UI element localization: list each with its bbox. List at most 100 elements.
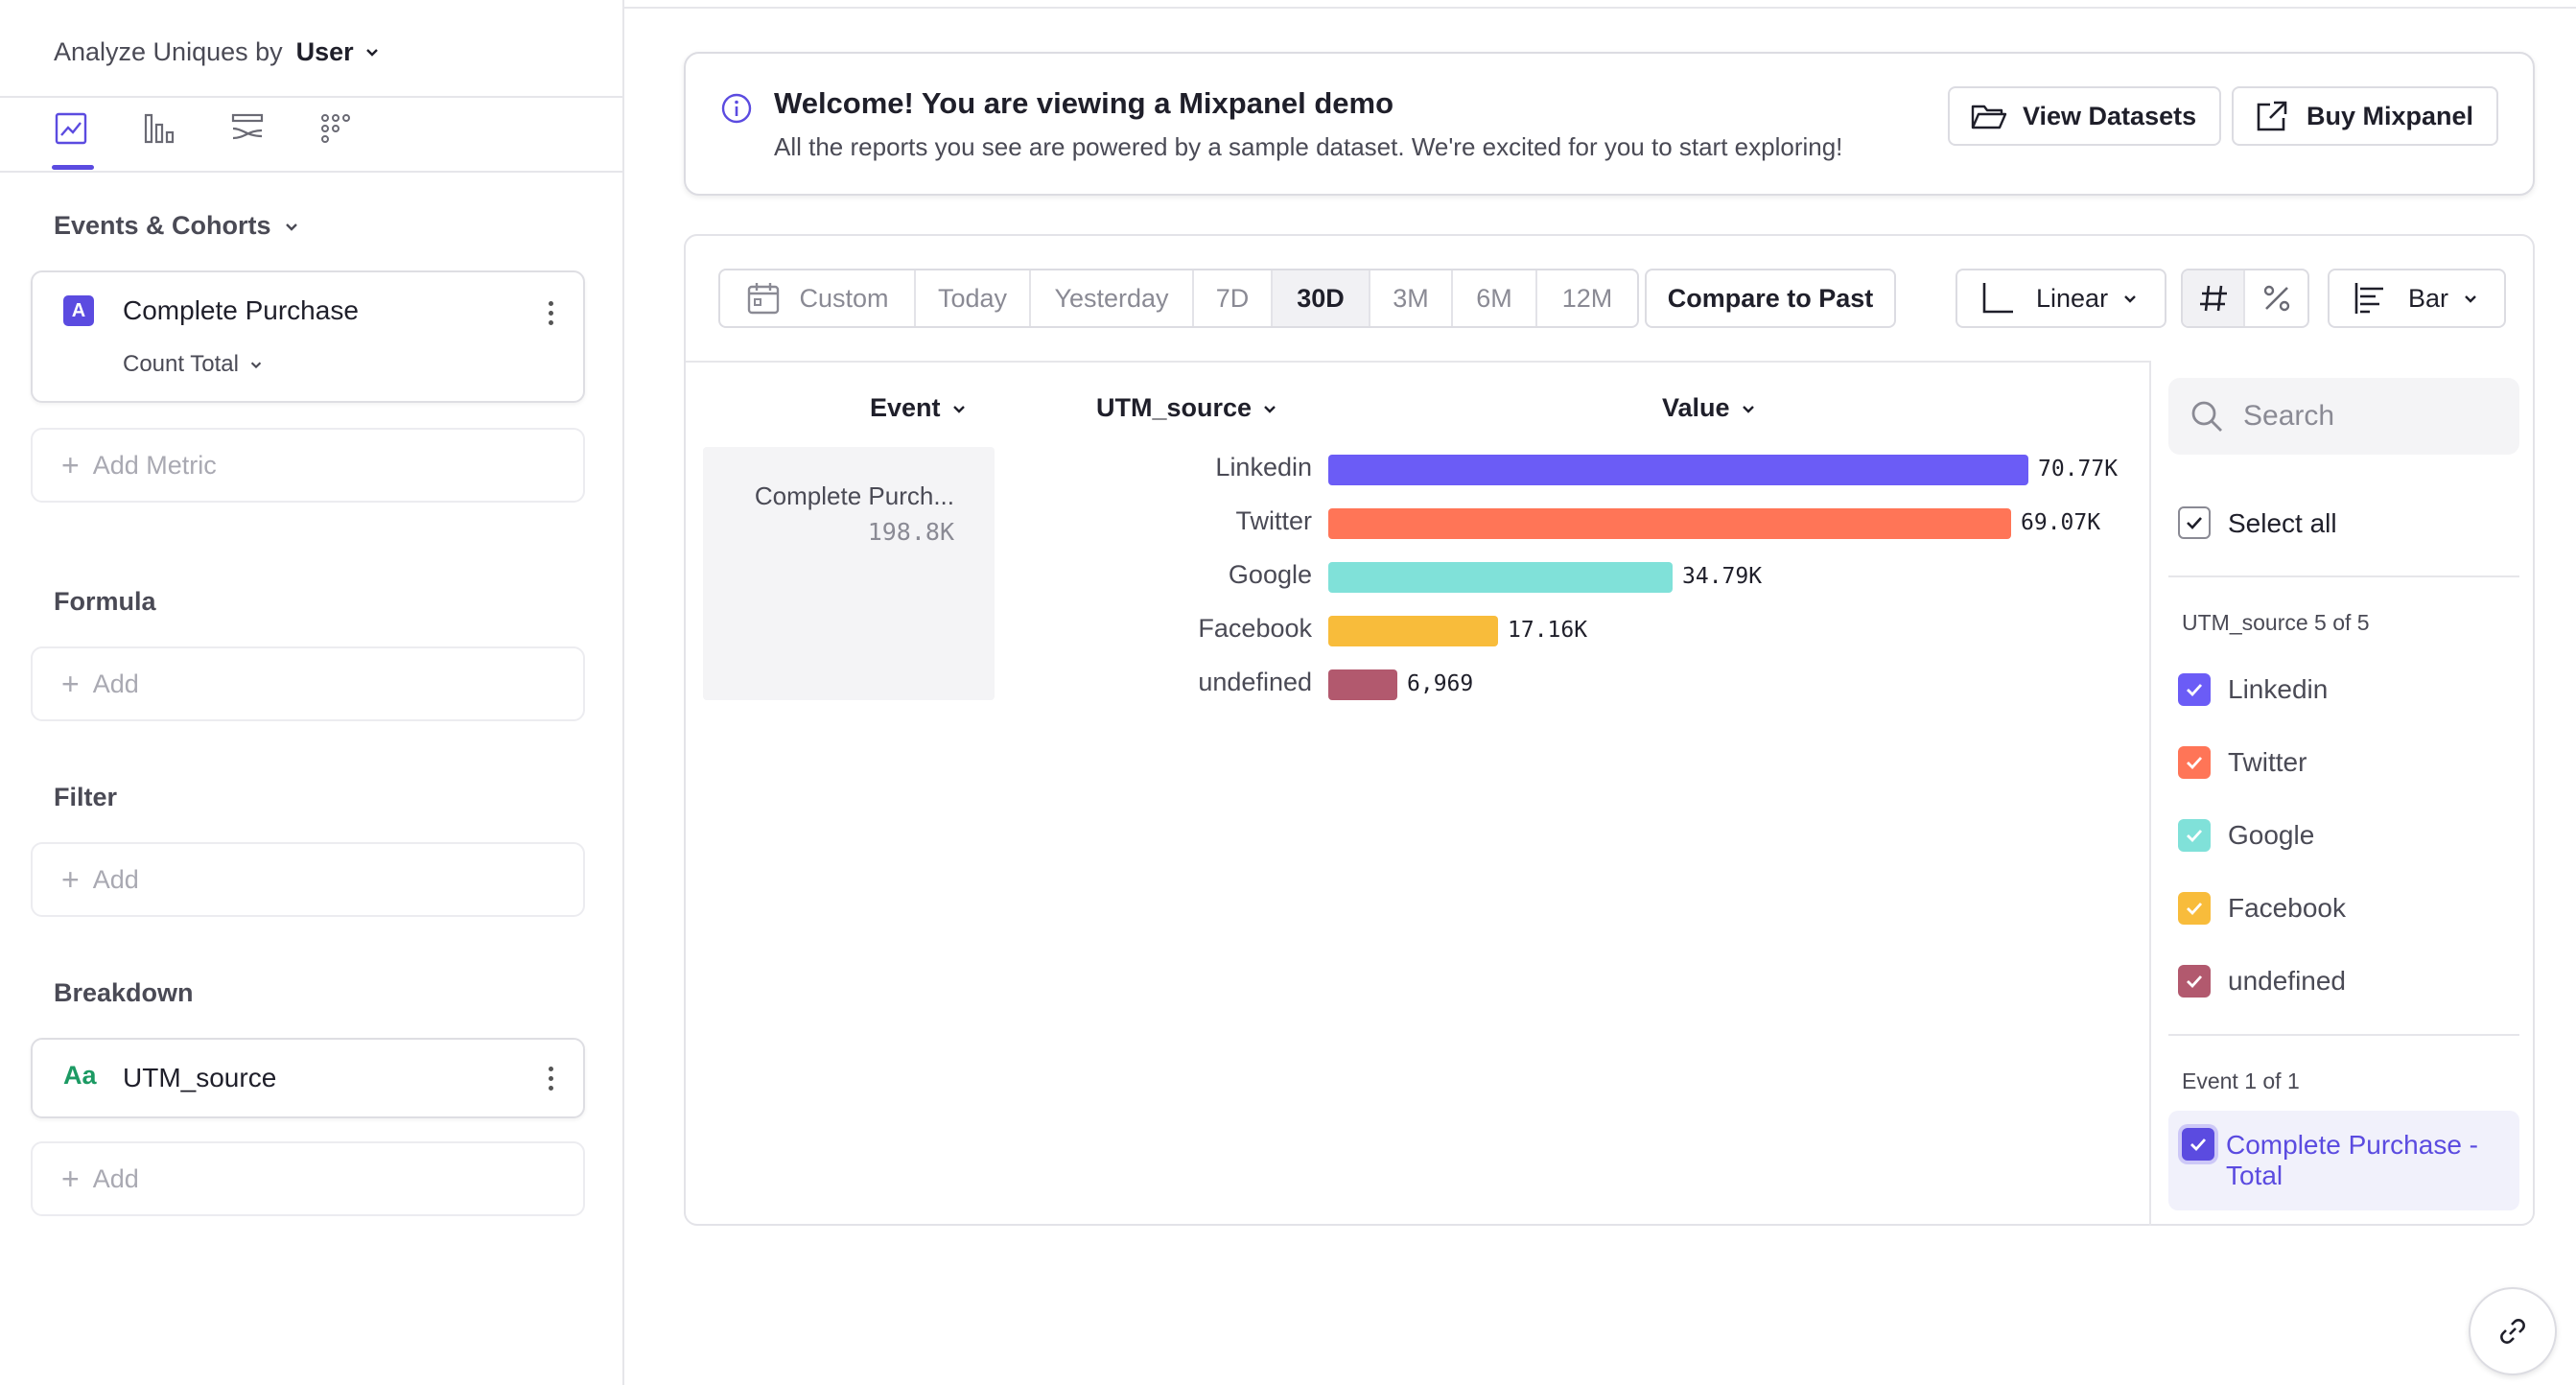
event-legend-header: Event 1 of 1 (2182, 1068, 2300, 1093)
plus-icon: + (61, 667, 80, 701)
chevron-down-icon (952, 405, 965, 413)
buy-mixpanel-button[interactable]: Buy Mixpanel (2232, 86, 2499, 146)
plus-icon: + (61, 862, 80, 897)
date-range-custom[interactable]: Custom (720, 270, 916, 326)
flows-icon (231, 113, 264, 140)
add-breakdown-label: Add (92, 1163, 139, 1193)
add-breakdown-button[interactable]: + Add (31, 1141, 585, 1216)
date-range-yesterday[interactable]: Yesterday (1031, 270, 1194, 326)
event-legend-item[interactable]: Complete Purchase - Total (2168, 1111, 2519, 1210)
absolute-number-toggle[interactable] (2183, 270, 2246, 326)
checkmark-icon (2187, 684, 2203, 697)
legend-checkbox-facebook[interactable] (2178, 892, 2211, 925)
external-link-icon (2257, 101, 2287, 131)
legend-checkbox-linkedin[interactable] (2178, 673, 2211, 706)
date-range-6m[interactable]: 6M (1453, 270, 1537, 326)
axis-icon (1982, 283, 2013, 314)
metric-event-name[interactable]: Complete Purchase (123, 295, 359, 326)
legend-search[interactable] (2168, 378, 2519, 455)
column-header-value[interactable]: Value (1662, 393, 1757, 423)
scale-selector[interactable]: Linear (1955, 269, 2166, 328)
bar-value-label: 70.77K (2038, 457, 2119, 481)
add-metric-button[interactable]: + Add Metric (31, 428, 585, 503)
metric-letter-badge: A (63, 295, 94, 326)
events-cohorts-title: Events & Cohorts (54, 211, 271, 240)
date-range-30d[interactable]: 30D (1273, 270, 1370, 326)
add-formula-label: Add (92, 669, 139, 698)
tab-flows[interactable] (230, 111, 318, 169)
date-range-label: 7D (1215, 283, 1250, 313)
compare-label: Compare to Past (1667, 283, 1874, 313)
metric-card[interactable]: A Complete Purchase Count Total (31, 270, 585, 403)
analyze-uniques-selector[interactable]: Analyze Uniques by User (54, 33, 381, 71)
tab-insights[interactable] (52, 111, 142, 170)
date-range-selector: Custom Today Yesterday 7D 30D 3M 6M 12M (718, 269, 1639, 328)
date-range-3m[interactable]: 3M (1370, 270, 1453, 326)
report-type-tabs (52, 111, 407, 170)
percent-toggle[interactable] (2245, 270, 2307, 326)
view-datasets-button[interactable]: View Datasets (1948, 86, 2222, 146)
view-datasets-label: View Datasets (2023, 101, 2197, 130)
date-range-label: Custom (799, 283, 889, 313)
date-range-7d[interactable]: 7D (1194, 270, 1273, 326)
bar-facebook[interactable] (1328, 616, 1498, 646)
date-range-label: 12M (1561, 283, 1613, 313)
bar-linkedin[interactable] (1328, 455, 2028, 485)
bar-category-label: Linkedin (1215, 453, 1312, 481)
checkmark-icon (2187, 517, 2202, 529)
search-input[interactable] (2243, 400, 2493, 433)
bar-google[interactable] (1328, 562, 1673, 593)
date-range-12m[interactable]: 12M (1537, 270, 1637, 326)
top-divider (624, 7, 2576, 9)
insights-line-icon (55, 112, 87, 145)
breakdown-more-icon[interactable] (547, 1067, 554, 1091)
chart-type-selector[interactable]: Bar (2328, 269, 2506, 328)
legend-item-label: Twitter (2228, 747, 2307, 777)
bar-category-label: Twitter (1235, 506, 1312, 535)
banner-subtitle: All the reports you see are powered by a… (774, 132, 1843, 161)
report-panel: Custom Today Yesterday 7D 30D 3M 6M 12M … (684, 234, 2535, 1226)
add-filter-button[interactable]: + Add (31, 842, 585, 917)
date-range-label: 6M (1476, 283, 1512, 313)
select-all-label: Select all (2228, 508, 2337, 538)
date-range-today[interactable]: Today (916, 270, 1031, 326)
filter-title: Filter (54, 783, 118, 811)
tab-funnels[interactable] (142, 111, 230, 169)
tab-retention[interactable] (318, 111, 407, 169)
chevron-down-icon (2465, 295, 2476, 303)
breakdown-header: Breakdown (54, 978, 194, 1008)
calendar-icon (748, 283, 780, 315)
legend-checkbox-twitter[interactable] (2178, 746, 2211, 779)
legend-item-label: Facebook (2228, 893, 2346, 923)
copy-link-button[interactable] (2469, 1287, 2557, 1375)
plus-icon: + (61, 1162, 80, 1196)
legend-checkbox-undefined[interactable] (2178, 965, 2211, 998)
chevron-down-icon (2124, 295, 2136, 303)
event-legend-checkbox[interactable] (2182, 1128, 2214, 1161)
breakdown-property-name[interactable]: UTM_source (123, 1063, 276, 1093)
divider (2168, 575, 2519, 577)
bar-chart-icon (144, 113, 175, 144)
bar-undefined[interactable] (1328, 669, 1397, 700)
legend-checkbox-google[interactable] (2178, 819, 2211, 852)
date-range-label: 30D (1297, 283, 1345, 313)
add-metric-label: Add Metric (92, 450, 217, 480)
bar-twitter[interactable] (1328, 508, 2011, 539)
hash-icon (2199, 285, 2227, 312)
column-header-utm-source[interactable]: UTM_source (1096, 393, 1278, 423)
search-icon (2191, 401, 2222, 432)
metric-measure-selector[interactable]: Count Total (123, 351, 264, 378)
breakdown-card[interactable]: Aa UTM_source (31, 1038, 585, 1118)
bar-chart-horizontal-icon (2354, 283, 2383, 314)
demo-banner: Welcome! You are viewing a Mixpanel demo… (684, 52, 2535, 196)
select-all-checkbox[interactable] (2178, 506, 2211, 539)
column-header-event[interactable]: Event (870, 393, 968, 423)
compare-to-past-button[interactable]: Compare to Past (1645, 269, 1896, 328)
divider (0, 96, 624, 98)
legend-item-label: Google (2228, 820, 2315, 850)
date-range-label: Yesterday (1054, 283, 1169, 313)
analyze-label: Analyze Uniques by (54, 36, 283, 66)
add-formula-button[interactable]: + Add (31, 646, 585, 721)
events-cohorts-header[interactable]: Events & Cohorts (54, 211, 300, 241)
metric-more-icon[interactable] (547, 301, 554, 325)
